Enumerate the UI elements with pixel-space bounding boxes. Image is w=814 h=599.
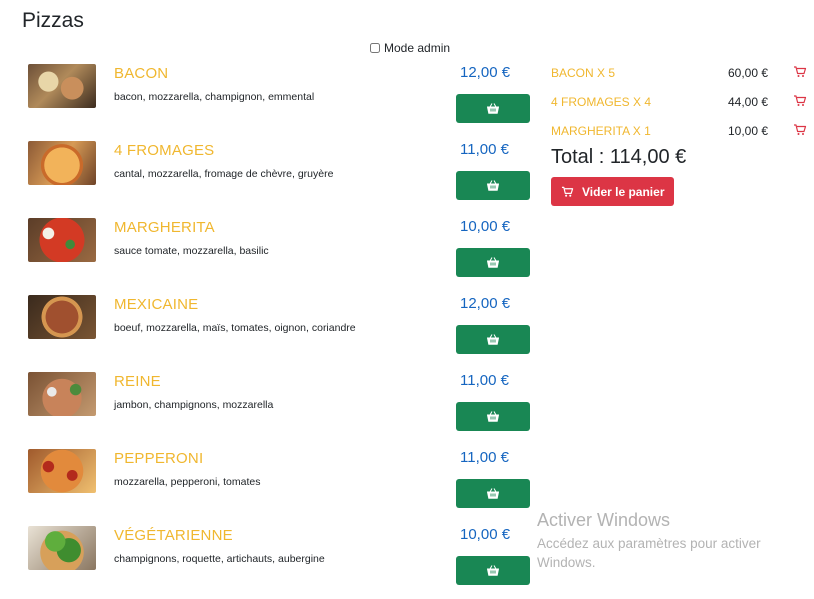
add-to-cart-button[interactable] bbox=[456, 479, 530, 508]
pizza-description: mozzarella, pepperoni, tomates bbox=[114, 476, 261, 488]
pizza-name: Margherita bbox=[114, 219, 215, 236]
pizza-price: 11,00 € bbox=[460, 141, 509, 158]
basket-icon bbox=[487, 334, 499, 345]
watermark-title: Activer Windows bbox=[537, 510, 671, 530]
pizza-name: 4 Fromages bbox=[114, 142, 215, 159]
add-to-cart-button[interactable] bbox=[456, 556, 530, 585]
pizza-image bbox=[28, 449, 96, 493]
cart-item-label: 4 Fromages x 4 bbox=[551, 95, 652, 109]
pizza-row: Pepperoni mozzarella, pepperoni, tomates… bbox=[28, 445, 538, 522]
admin-mode-toggle[interactable]: Mode admin bbox=[370, 41, 450, 55]
basket-icon bbox=[487, 411, 499, 422]
pizza-description: sauce tomate, mozzarella, basilic bbox=[114, 245, 269, 257]
pizza-name: Végétarienne bbox=[114, 527, 233, 544]
pizza-price: 10,00 € bbox=[460, 526, 511, 543]
remove-from-cart-icon[interactable] bbox=[793, 94, 807, 108]
pizza-price: 10,00 € bbox=[460, 218, 511, 235]
pizza-description: boeuf, mozzarella, maïs, tomates, oignon… bbox=[114, 322, 356, 334]
add-to-cart-button[interactable] bbox=[456, 94, 530, 123]
pizza-row: Mexicaine boeuf, mozzarella, maïs, tomat… bbox=[28, 291, 538, 368]
empty-cart-label: Vider le panier bbox=[582, 184, 665, 199]
add-to-cart-button[interactable] bbox=[456, 171, 530, 200]
pizza-row: Végétarienne champignons, roquette, arti… bbox=[28, 522, 538, 599]
admin-mode-label: Mode admin bbox=[384, 41, 451, 55]
page-title: Pizzas bbox=[22, 9, 84, 32]
pizza-image bbox=[28, 64, 96, 108]
pizza-name: Bacon bbox=[114, 65, 169, 82]
cart-item: Margherita x 1 10,00 € bbox=[551, 118, 811, 147]
cart-panel: Bacon x 5 60,00 € 4 Fromages x 4 44,00 €… bbox=[551, 60, 811, 147]
pizza-image bbox=[28, 295, 96, 339]
pizza-row: Bacon bacon, mozzarella, champignon, emm… bbox=[28, 60, 538, 137]
basket-icon bbox=[487, 180, 499, 191]
admin-mode-checkbox[interactable] bbox=[370, 43, 380, 53]
pizza-price: 11,00 € bbox=[460, 449, 509, 466]
empty-cart-button[interactable]: Vider le panier bbox=[551, 177, 675, 206]
cart-item: 4 Fromages x 4 44,00 € bbox=[551, 89, 811, 118]
pizza-price: 12,00 € bbox=[460, 64, 511, 81]
pizza-description: champignons, roquette, artichauts, auber… bbox=[114, 553, 325, 565]
add-to-cart-button[interactable] bbox=[456, 248, 530, 277]
pizza-image bbox=[28, 218, 96, 262]
add-to-cart-button[interactable] bbox=[456, 402, 530, 431]
pizza-list: Bacon bacon, mozzarella, champignon, emm… bbox=[28, 60, 538, 599]
remove-from-cart-icon[interactable] bbox=[793, 123, 807, 137]
pizza-description: jambon, champignons, mozzarella bbox=[114, 399, 274, 411]
pizza-row: 4 Fromages cantal, mozzarella, fromage d… bbox=[28, 137, 538, 214]
basket-icon bbox=[487, 565, 499, 576]
pizza-name: Pepperoni bbox=[114, 450, 204, 467]
pizza-name: Mexicaine bbox=[114, 296, 199, 313]
windows-activation-watermark: Activer Windows Accédez aux paramètres p… bbox=[537, 510, 797, 572]
watermark-subtitle: Accédez aux paramètres pour activer Wind… bbox=[537, 536, 761, 570]
cart-total: Total : 114,00 € bbox=[551, 146, 687, 168]
pizza-image bbox=[28, 141, 96, 185]
basket-icon bbox=[487, 488, 499, 499]
pizza-image bbox=[28, 526, 96, 570]
pizza-row: Margherita sauce tomate, mozzarella, bas… bbox=[28, 214, 538, 291]
pizza-image bbox=[28, 372, 96, 416]
pizza-description: bacon, mozzarella, champignon, emmental bbox=[114, 91, 315, 103]
basket-icon bbox=[487, 103, 499, 114]
cart-icon bbox=[561, 186, 574, 197]
cart-item-label: Bacon x 5 bbox=[551, 66, 616, 80]
cart-item-price: 10,00 € bbox=[728, 124, 769, 138]
pizza-price: 11,00 € bbox=[460, 372, 509, 389]
pizza-name: Reine bbox=[114, 373, 161, 390]
basket-icon bbox=[487, 257, 499, 268]
pizza-row: Reine jambon, champignons, mozzarella 11… bbox=[28, 368, 538, 445]
add-to-cart-button[interactable] bbox=[456, 325, 530, 354]
pizza-description: cantal, mozzarella, fromage de chèvre, g… bbox=[114, 168, 334, 180]
cart-item-price: 60,00 € bbox=[728, 66, 769, 80]
cart-item-price: 44,00 € bbox=[728, 95, 769, 109]
cart-item-label: Margherita x 1 bbox=[551, 124, 651, 138]
pizza-price: 12,00 € bbox=[460, 295, 511, 312]
cart-item: Bacon x 5 60,00 € bbox=[551, 60, 811, 89]
remove-from-cart-icon[interactable] bbox=[793, 65, 807, 79]
